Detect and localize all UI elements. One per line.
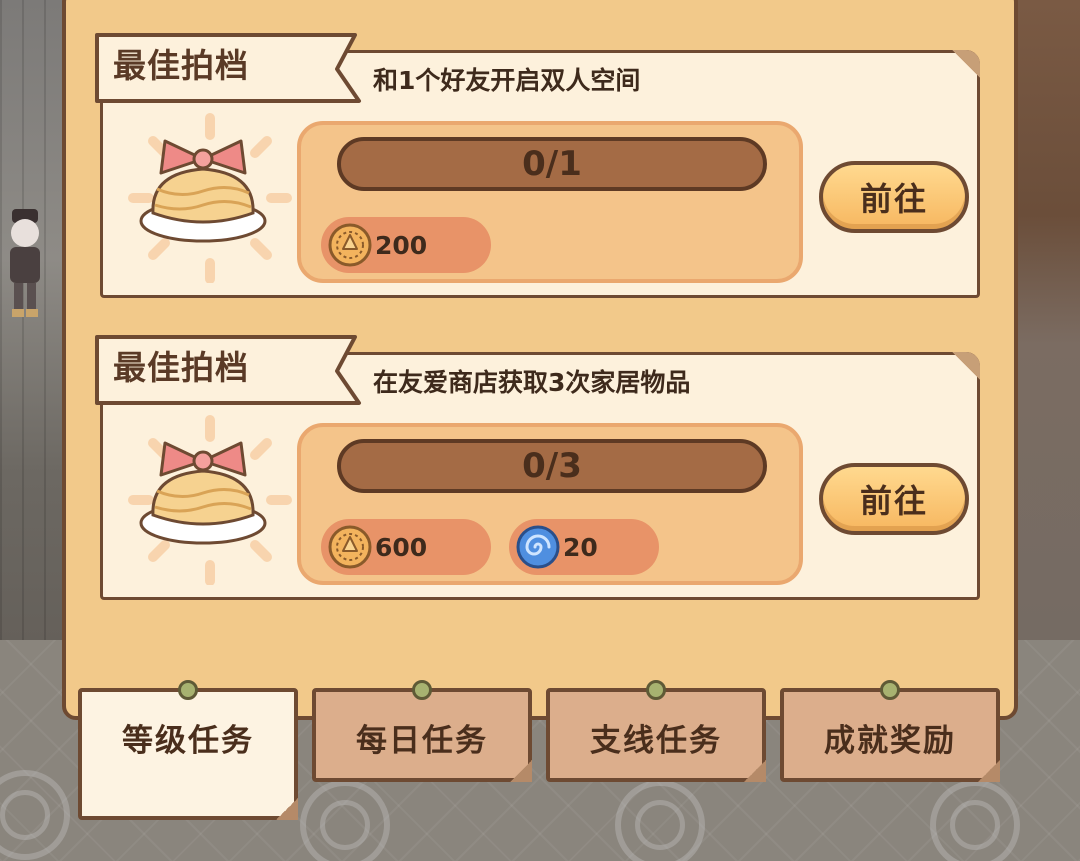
tab-corner-fold bbox=[510, 760, 532, 782]
sun-decoration-icon bbox=[615, 780, 705, 861]
player-character-icon bbox=[10, 209, 40, 317]
card-corner-fold bbox=[952, 50, 980, 78]
task-title: 最佳拍档 bbox=[113, 348, 249, 387]
progress-box: 0/3 600 20 bbox=[297, 423, 803, 585]
gold-coin-icon bbox=[328, 223, 372, 267]
reward-amount: 200 bbox=[375, 230, 428, 260]
pin-icon bbox=[646, 680, 666, 700]
task-description: 在友爱商店获取3次家居物品 bbox=[373, 368, 691, 397]
tab-level-tasks[interactable]: 等级任务 bbox=[78, 680, 298, 820]
task-description: 和1个好友开启双人空间 bbox=[373, 66, 641, 95]
tab-achievement-rewards[interactable]: 成就奖励 bbox=[780, 680, 1000, 782]
go-button[interactable]: 前往 bbox=[819, 463, 969, 535]
progress-bar: 0/1 bbox=[337, 137, 767, 191]
pin-icon bbox=[178, 680, 198, 700]
tab-daily-tasks[interactable]: 每日任务 bbox=[312, 680, 532, 782]
tab-label: 等级任务 bbox=[122, 722, 254, 759]
progress-text: 0/1 bbox=[522, 144, 582, 184]
go-button-label: 前往 bbox=[859, 180, 928, 218]
pin-icon bbox=[412, 680, 432, 700]
reward-amount: 600 bbox=[375, 532, 428, 562]
task-card: 最佳拍档 在友爱商店获取3次家居物品 0/3 600 20 前往 bbox=[95, 335, 980, 600]
task-card: 最佳拍档 和1个好友开启双人空间 0/1 200 前往 bbox=[95, 33, 980, 298]
reward-pill: 200 bbox=[321, 217, 491, 273]
reward-pill: 600 bbox=[321, 519, 491, 575]
cake-icon bbox=[128, 415, 292, 585]
go-button-label: 前往 bbox=[859, 482, 928, 520]
tab-side-tasks[interactable]: 支线任务 bbox=[546, 680, 766, 782]
reward-amount: 20 bbox=[563, 532, 598, 562]
cake-icon bbox=[128, 113, 292, 283]
card-corner-fold bbox=[952, 352, 980, 380]
sun-decoration-icon bbox=[930, 780, 1020, 861]
progress-bar: 0/3 bbox=[337, 439, 767, 493]
sun-decoration-icon bbox=[300, 780, 390, 861]
progress-text: 0/3 bbox=[522, 446, 582, 486]
pin-icon bbox=[880, 680, 900, 700]
tab-corner-fold bbox=[276, 798, 298, 820]
tab-label: 每日任务 bbox=[356, 722, 488, 759]
tab-label: 成就奖励 bbox=[824, 722, 956, 759]
blue-swirl-icon bbox=[516, 525, 560, 569]
tab-corner-fold bbox=[978, 760, 1000, 782]
tab-corner-fold bbox=[744, 760, 766, 782]
task-title-tab: 最佳拍档 bbox=[93, 29, 369, 105]
reward-pill: 20 bbox=[509, 519, 659, 575]
progress-box: 0/1 200 bbox=[297, 121, 803, 283]
task-title-tab: 最佳拍档 bbox=[93, 331, 369, 407]
task-title: 最佳拍档 bbox=[113, 46, 249, 85]
go-button[interactable]: 前往 bbox=[819, 161, 969, 233]
tab-label: 支线任务 bbox=[590, 722, 722, 759]
gold-coin-icon bbox=[328, 525, 372, 569]
